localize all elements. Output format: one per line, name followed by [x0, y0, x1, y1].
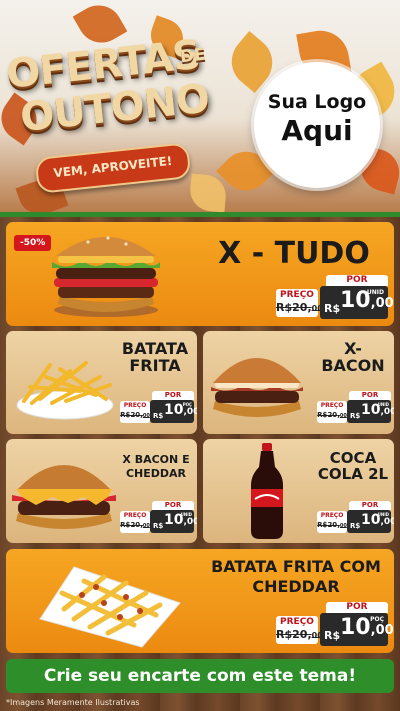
old-price: PREÇO R$20,00: [317, 511, 347, 533]
unit-label: POÇ: [182, 402, 192, 407]
soda-bottle-image: [251, 443, 283, 539]
old-price-value: R$20,00: [120, 411, 150, 419]
product-card-batata-cheddar[interactable]: BATATA FRITA COM CHEDDAR POR PREÇO R$20,…: [6, 549, 394, 653]
title-de: DE: [179, 44, 207, 68]
preco-label: PREÇO: [123, 512, 147, 519]
currency: R$: [324, 302, 341, 315]
unit-label: POÇ: [370, 616, 384, 623]
burger-image: [211, 358, 303, 417]
price-tag: POR PREÇO R$20,00 R$ 10,00 UNID: [276, 275, 394, 319]
burger-image: [12, 465, 116, 529]
fries-image: [16, 361, 114, 420]
price-tag: POR PREÇO R$20,00 R$ 10,00 POÇ: [276, 602, 394, 646]
leaf-icon: [188, 173, 228, 213]
unit-label: UNID: [377, 512, 389, 517]
currency: R$: [350, 522, 361, 530]
new-price: R$ 10,00 POÇ: [320, 613, 394, 646]
preco-label: PREÇO: [123, 402, 147, 409]
preco-label: PREÇO: [280, 290, 314, 300]
currency: R$: [153, 412, 164, 420]
old-price-value: R$20,00: [120, 521, 150, 529]
old-price-value: R$20,00: [276, 301, 323, 314]
unit-label: UNID: [366, 289, 384, 296]
por-label: POR: [152, 391, 194, 400]
product-card-batata-frita[interactable]: BATATA FRITA POR PREÇO R$20,00 R$ 10,00 …: [6, 331, 197, 434]
subtitle-badge: VEM, APROVEITE!: [34, 142, 192, 194]
por-label: POR: [349, 501, 391, 510]
cta-banner[interactable]: Crie seu encarte com este tema!: [6, 659, 394, 693]
logo-placeholder: Sua Logo Aqui: [254, 62, 380, 188]
old-price-value: R$20,00: [317, 411, 347, 419]
old-price: PREÇO R$20,00: [276, 616, 323, 644]
currency: R$: [324, 629, 341, 642]
product-card-x-tudo[interactable]: -50% X - TUDO POR PREÇO R$20,00 R$ 10,00…: [6, 222, 394, 326]
product-name: X- BACON: [321, 339, 385, 375]
old-price: PREÇO R$20,00: [276, 289, 323, 317]
old-price-value: R$20,00: [317, 521, 347, 529]
currency: R$: [350, 412, 361, 420]
por-label: POR: [349, 391, 391, 400]
product-card-x-bacon-cheddar[interactable]: X BACON E CHEDDAR POR PREÇO R$20,00 R$ 1…: [6, 439, 197, 543]
old-price-value: R$20,00: [276, 628, 323, 641]
old-price: PREÇO R$20,00: [120, 511, 150, 533]
logo-text-line-1: Sua Logo: [267, 91, 367, 113]
product-name: BATATA FRITA COM CHEDDAR: [211, 557, 381, 596]
unit-label: UNID: [180, 512, 192, 517]
header-banner: OFERTAS OUTONO DE VEM, APROVEITE! Sua Lo…: [0, 0, 400, 215]
product-card-coca-cola[interactable]: COCA COLA 2L POR PREÇO R$20,00 R$ 10,00 …: [203, 439, 394, 543]
new-price: R$ 10,00 POÇ: [150, 400, 197, 423]
fries-cheddar-image: [39, 566, 181, 648]
disclaimer: *Imagens Meramente Ilustrativas: [6, 698, 140, 707]
por-label: POR: [326, 602, 388, 613]
price-value: 10,00: [340, 615, 394, 640]
price-tag: POR PREÇO R$20,00 R$ 10,00 UNID: [120, 501, 197, 533]
price-tag: POR PREÇO R$20,00 R$ 10,00 UNID: [317, 501, 394, 533]
new-price: R$ 10,00 UNID: [320, 286, 394, 319]
new-price: R$ 10,00 UNID: [347, 510, 394, 533]
logo-text-line-2: Aqui: [281, 114, 353, 147]
product-card-x-bacon[interactable]: X- BACON POR PREÇO R$20,00 R$ 10,00 UNID: [203, 331, 394, 434]
product-name: BATATA FRITA: [121, 339, 189, 375]
old-price: PREÇO R$20,00: [317, 401, 347, 423]
product-name: X BACON E CHEDDAR: [122, 453, 190, 480]
price-tag: POR PREÇO R$20,00 R$ 10,00 POÇ: [120, 391, 197, 423]
divider: [0, 212, 400, 217]
preco-label: PREÇO: [320, 512, 344, 519]
price-value: 10,00: [164, 402, 197, 418]
new-price: R$ 10,00 UNID: [150, 510, 197, 533]
product-name: COCA COLA 2L: [317, 449, 389, 483]
por-label: POR: [326, 275, 388, 286]
unit-label: UNID: [377, 402, 389, 407]
old-price: PREÇO R$20,00: [120, 401, 150, 423]
discount-badge: -50%: [14, 235, 52, 251]
product-name: X - TUDO: [218, 236, 370, 271]
currency: R$: [153, 522, 164, 530]
price-tag: POR PREÇO R$20,00 R$ 10,00 UNID: [317, 391, 394, 423]
burger-image: [52, 236, 160, 317]
preco-label: PREÇO: [280, 617, 314, 627]
new-price: R$ 10,00 UNID: [347, 400, 394, 423]
por-label: POR: [152, 501, 194, 510]
preco-label: PREÇO: [320, 402, 344, 409]
